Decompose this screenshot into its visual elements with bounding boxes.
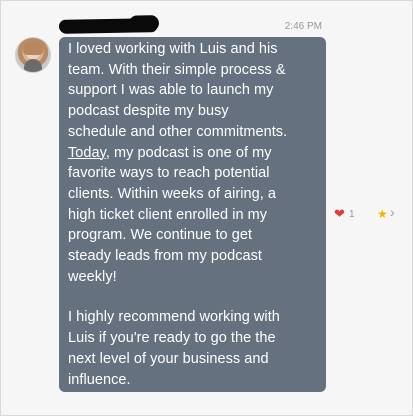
star-icon[interactable]: ★: [377, 208, 388, 220]
redacted-sender-name: [58, 18, 158, 34]
heart-count: 1: [349, 209, 355, 220]
today-link[interactable]: Today: [68, 145, 106, 161]
message-line: high ticket client enrolled in my: [68, 206, 268, 223]
message-line: support I was able to launch my: [68, 82, 274, 99]
message-line: program. We continue to get: [68, 227, 253, 244]
message-reactions: ❤ 1 ★ ›: [334, 205, 406, 224]
message-line: favorite ways to reach potential: [68, 165, 270, 182]
message-line: influence.: [68, 371, 131, 388]
message-line: Today, my podcast is one of my: [68, 143, 318, 164]
message-line: team. With their simple process &: [68, 61, 286, 78]
message-line: next level of your business and: [68, 350, 269, 367]
message-line: I loved working with Luis and his: [68, 41, 278, 57]
message-timestamp: 2:46 PM: [284, 21, 322, 32]
message-line: podcast despite my busy: [68, 103, 229, 120]
message-line: schedule and other commitments.: [68, 123, 288, 140]
message-text: , my podcast is one of my: [105, 144, 272, 161]
avatar[interactable]: [15, 37, 51, 73]
message-line: I highly recommend working with: [68, 309, 280, 326]
chat-window: 2:46 PM I loved working with Luis and hi…: [0, 0, 413, 416]
message-line: Luis if you're ready to go the the: [68, 330, 276, 347]
message-line: clients. Within weeks of airing, a: [68, 185, 277, 202]
message-line: weekly!: [68, 268, 117, 285]
message-bubble[interactable]: I loved working with Luis and his team. …: [59, 37, 326, 392]
heart-icon[interactable]: ❤: [334, 207, 346, 220]
message-line: steady leads from my podcast: [68, 248, 263, 265]
chevron-right-icon[interactable]: ›: [390, 205, 395, 219]
